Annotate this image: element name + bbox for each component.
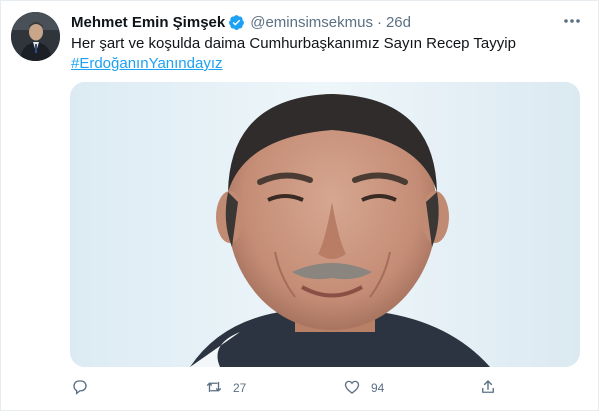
author-handle[interactable]: @eminsimsekmus: [250, 14, 373, 31]
retweet-icon: [205, 378, 223, 399]
reply-icon: [71, 378, 89, 399]
more-options-icon[interactable]: [562, 13, 582, 29]
tweet-card[interactable]: Mehmet Emin Şimşek @eminsimsekmus · 26d …: [0, 0, 599, 411]
tweet-media-photo[interactable]: [70, 82, 580, 367]
tweet-header: Mehmet Emin Şimşek @eminsimsekmus · 26d: [71, 12, 411, 32]
hashtag-link[interactable]: #ErdoğanınYanındayız: [71, 54, 223, 74]
share-icon: [479, 378, 497, 399]
share-button[interactable]: [479, 377, 497, 399]
verified-badge-icon: [228, 14, 245, 31]
tweet-timestamp[interactable]: 26d: [386, 14, 411, 31]
tweet-body: Her şart ve koşulda daima Cumhurbaşkanım…: [71, 35, 516, 52]
separator-dot: ·: [376, 13, 382, 31]
tweet-actions: 27 94: [71, 377, 501, 399]
like-button[interactable]: 94: [343, 377, 384, 399]
heart-icon: [343, 378, 361, 399]
avatar[interactable]: [11, 12, 60, 61]
retweet-button[interactable]: 27: [205, 377, 246, 399]
retweet-count: 27: [233, 381, 247, 395]
author-name[interactable]: Mehmet Emin Şimşek: [71, 14, 225, 31]
tweet-text: Her şart ve koşulda daima Cumhurbaşkanım…: [71, 34, 571, 74]
reply-button[interactable]: [71, 377, 99, 399]
like-count: 94: [371, 381, 385, 395]
